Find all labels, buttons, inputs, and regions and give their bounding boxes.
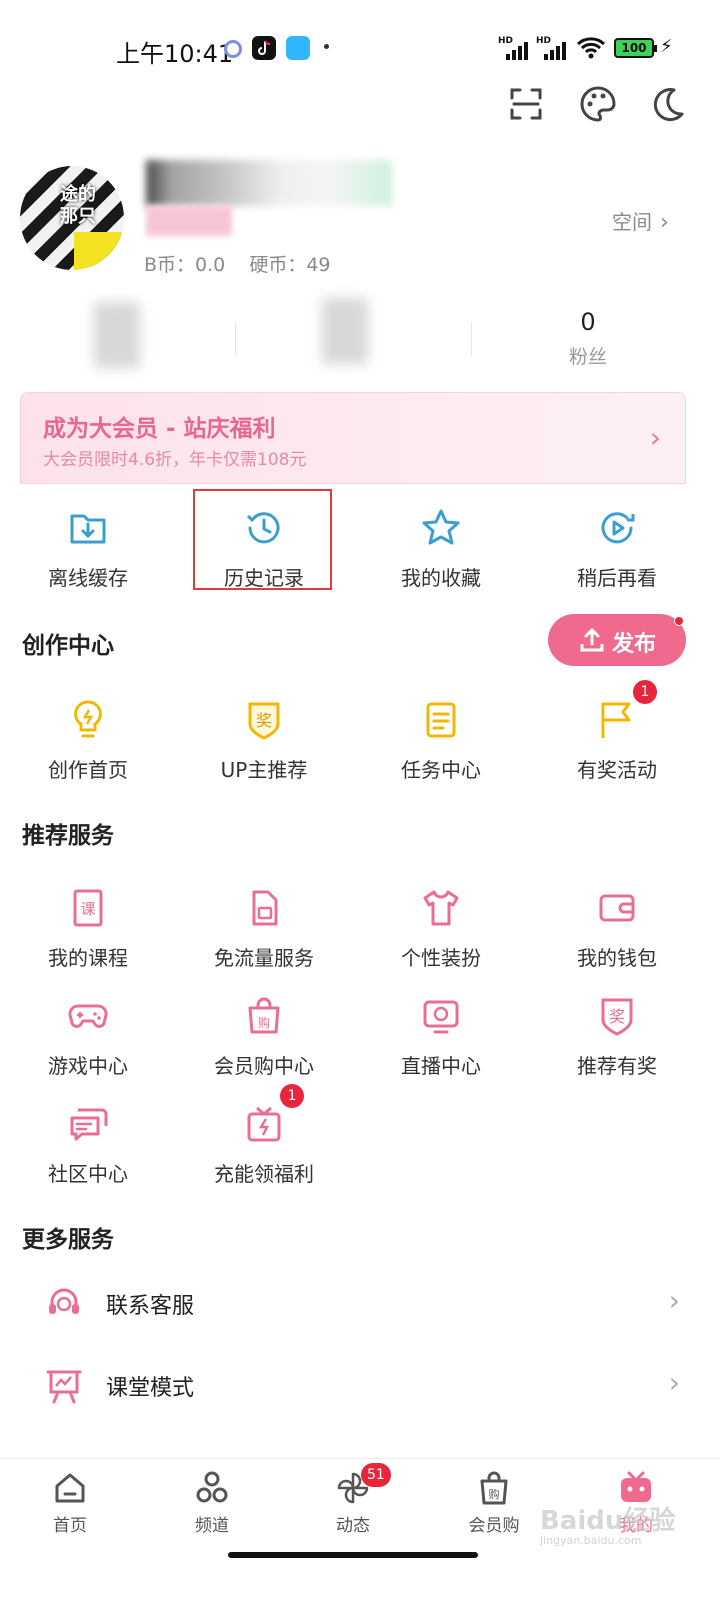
username-blurred[interactable] <box>146 160 392 206</box>
watch-later-item[interactable]: 稍后再看 <box>529 504 705 591</box>
channel-icon <box>196 1471 228 1503</box>
svg-text:奖: 奖 <box>609 1007 625 1026</box>
favorites-item[interactable]: 我的收藏 <box>353 504 529 591</box>
b-coin-value: B币：0.0 <box>144 254 226 276</box>
home-indicator[interactable] <box>228 1552 478 1558</box>
gift-bolt-icon <box>247 1106 281 1142</box>
avatar[interactable]: 途的 那只 <box>20 166 124 270</box>
classroom-board-icon <box>46 1370 82 1404</box>
vip-banner[interactable]: 成为大会员 - 站庆福利 大会员限时4.6折，年卡仅需108元 › <box>20 392 686 484</box>
wallet-icon <box>599 894 635 922</box>
game-center-item[interactable]: 游戏中心 <box>0 992 176 1079</box>
nav-vip-shop[interactable]: 购 会员购 <box>434 1469 554 1536</box>
flag-icon <box>601 702 631 738</box>
shopping-bag-icon: 购 <box>480 1471 508 1505</box>
free-data-item[interactable]: 免流量服务 <box>176 884 352 971</box>
referral-reward-item[interactable]: 奖 推荐有奖 <box>529 992 705 1079</box>
notification-dot <box>674 616 684 626</box>
baidu-watermark-url: jingyan.baidu.com <box>540 1534 642 1547</box>
coin-value: 硬币：49 <box>249 254 331 276</box>
status-time: 上午10:41 <box>116 40 234 68</box>
community-center-item[interactable]: 社区中心 <box>0 1100 176 1187</box>
publish-button[interactable]: 发布 <box>548 614 686 666</box>
nav-channel[interactable]: 频道 <box>152 1469 272 1536</box>
svg-text:课: 课 <box>80 900 95 918</box>
following-stat-blurred[interactable] <box>322 298 368 364</box>
night-mode-icon[interactable] <box>648 84 688 124</box>
space-link[interactable]: 空间 › <box>612 206 669 235</box>
notes-app-icon <box>286 36 310 60</box>
palette-icon[interactable] <box>578 84 618 124</box>
notification-badge: 51 <box>361 1463 391 1487</box>
coin-balance: B币：0.0 硬币：49 <box>144 250 349 277</box>
chevron-right-icon: › <box>668 1284 680 1317</box>
vip-shop-item[interactable]: 购 会员购中心 <box>176 992 352 1079</box>
signal-icon-2: HD <box>536 36 570 60</box>
upload-icon <box>580 627 604 652</box>
vip-title: 成为大会员 - 站庆福利 <box>43 416 276 442</box>
dynamics-stat-blurred[interactable] <box>94 302 140 368</box>
highlight-box <box>193 489 332 590</box>
chevron-right-icon: › <box>649 421 661 454</box>
up-recommend-item[interactable]: 奖 UP主推荐 <box>176 696 352 783</box>
star-icon <box>422 509 460 545</box>
live-tv-icon <box>423 1000 459 1034</box>
creation-center-title: 创作中心 <box>22 633 114 659</box>
download-folder-icon <box>70 514 106 544</box>
sim-card-icon <box>252 890 278 926</box>
offline-cache-item[interactable]: 离线缓存 <box>0 504 176 591</box>
fans-label: 粉丝 <box>568 346 607 368</box>
signal-icon: HD <box>498 36 532 60</box>
wallet-item[interactable]: 我的钱包 <box>529 884 705 971</box>
svg-text:购: 购 <box>489 1487 500 1501</box>
divider <box>235 322 236 356</box>
notification-badge: 1 <box>633 680 657 704</box>
nav-dynamics[interactable]: 动态 51 <box>293 1463 413 1536</box>
customer-service-row[interactable]: 联系客服 › <box>0 1268 720 1348</box>
my-course-item[interactable]: 课 我的课程 <box>0 884 176 971</box>
notification-badge: 1 <box>280 1084 304 1108</box>
svg-text:奖: 奖 <box>256 711 272 730</box>
vip-badge-blurred <box>146 206 232 236</box>
tshirt-icon <box>423 890 459 926</box>
classroom-mode-row[interactable]: 课堂模式 › <box>0 1350 720 1430</box>
baidu-watermark: Baidu经验 <box>540 1506 676 1536</box>
services-title: 推荐服务 <box>22 823 114 849</box>
watch-later-icon <box>601 512 635 544</box>
live-center-item[interactable]: 直播中心 <box>353 992 529 1079</box>
chevron-right-icon: › <box>668 1366 680 1399</box>
dress-up-item[interactable]: 个性装扮 <box>353 884 529 971</box>
battery-icon: 100 <box>614 38 657 58</box>
fans-count: 0 <box>580 308 596 336</box>
tiktok-app-icon <box>252 36 276 60</box>
reward-activity-item[interactable]: 有奖活动 1 <box>529 680 705 783</box>
vip-subtitle: 大会员限时4.6折，年卡仅需108元 <box>43 450 307 470</box>
fans-stat[interactable]: 0 粉丝 <box>470 300 706 380</box>
more-services-title: 更多服务 <box>22 1227 114 1253</box>
nav-home[interactable]: 首页 <box>10 1469 130 1536</box>
charge-welfare-item[interactable]: 充能领福利 1 <box>176 1084 352 1187</box>
wifi-icon <box>576 36 606 60</box>
course-book-icon: 课 <box>73 889 103 927</box>
chevron-right-icon: › <box>660 210 669 235</box>
creation-home-item[interactable]: 创作首页 <box>0 696 176 783</box>
shopping-bag-icon: 购 <box>248 997 280 1034</box>
lightbulb-icon <box>74 700 102 738</box>
reward-badge-icon: 奖 <box>601 998 633 1036</box>
chat-bubbles-icon <box>70 1108 108 1141</box>
charging-icon: ⚡ <box>660 36 673 57</box>
cloud-app-icon <box>224 40 242 58</box>
headset-icon <box>49 1288 79 1314</box>
svg-text:购: 购 <box>258 1015 270 1030</box>
gamepad-icon <box>68 1004 108 1028</box>
more-notifications-dot <box>324 44 329 49</box>
task-clipboard-icon <box>426 702 456 738</box>
task-center-item[interactable]: 任务中心 <box>353 696 529 783</box>
home-icon <box>55 1473 85 1503</box>
award-badge-icon: 奖 <box>248 702 280 740</box>
scan-icon[interactable] <box>506 84 546 124</box>
